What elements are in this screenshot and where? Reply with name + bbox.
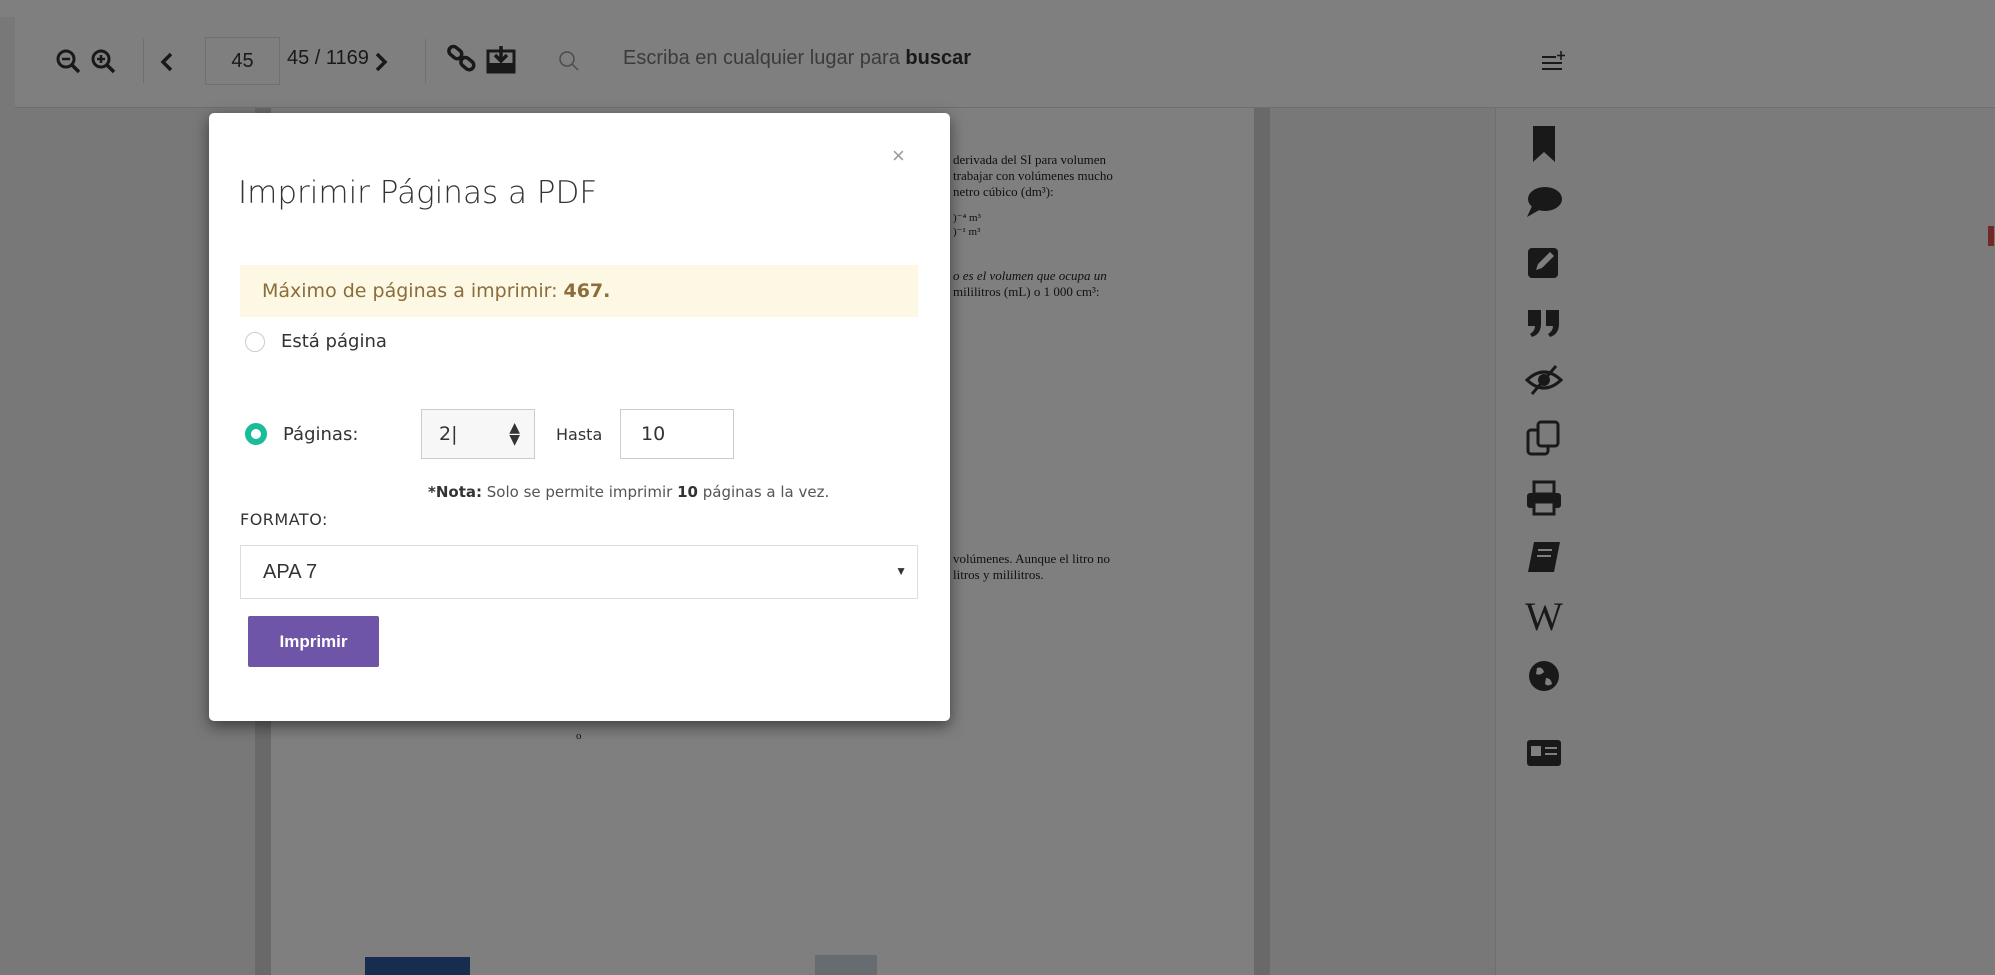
- option-this-page-label: Está página: [281, 331, 387, 352]
- close-icon[interactable]: ×: [892, 145, 905, 167]
- option-pages[interactable]: Páginas:: [245, 423, 358, 445]
- radio-this-page[interactable]: [245, 331, 265, 352]
- to-page-value: 10: [641, 423, 666, 445]
- from-page-stepper[interactable]: 2| ▲ ▼: [421, 409, 535, 459]
- format-select[interactable]: APA 7 ▼: [240, 545, 918, 599]
- note-text: *Nota: Solo se permite imprimir 10 págin…: [428, 483, 830, 501]
- format-selected-value: APA 7: [263, 560, 318, 583]
- print-pages-modal: × Imprimir Páginas a PDF Máximo de págin…: [209, 113, 950, 721]
- hasta-label: Hasta: [556, 425, 603, 444]
- max-pages-alert: Máximo de páginas a imprimir: 467.: [240, 265, 918, 317]
- option-pages-label: Páginas:: [283, 423, 359, 445]
- to-page-input[interactable]: 10: [620, 409, 734, 459]
- alert-text: Máximo de páginas a imprimir:: [262, 280, 558, 302]
- stepper-arrows-icon[interactable]: ▲ ▼: [509, 421, 520, 447]
- radio-pages[interactable]: [245, 423, 267, 445]
- formato-label: FORMATO:: [240, 510, 328, 529]
- from-page-value: 2|: [439, 423, 458, 445]
- app: 45 45 / 1169 Escriba en cualquier lugar …: [0, 0, 1995, 975]
- alert-max-value: 467.: [563, 280, 611, 302]
- option-this-page[interactable]: Está página: [245, 331, 387, 352]
- caret-down-icon: ▼: [895, 564, 907, 578]
- modal-title: Imprimir Páginas a PDF: [238, 175, 598, 211]
- print-button[interactable]: Imprimir: [248, 616, 379, 667]
